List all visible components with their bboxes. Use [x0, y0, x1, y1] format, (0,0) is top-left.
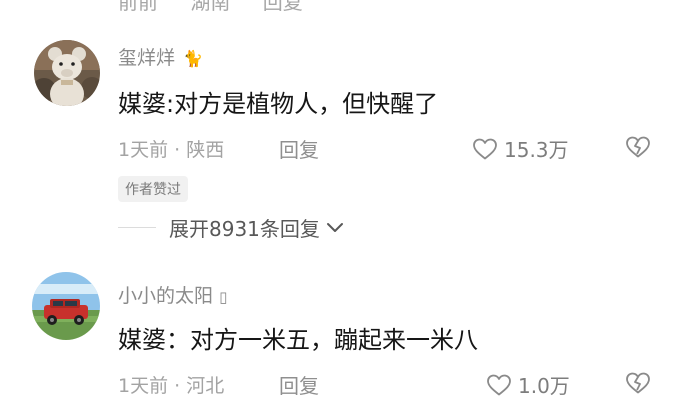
broken-heart-icon: [626, 136, 650, 158]
like-button[interactable]: 15.3万: [472, 134, 569, 163]
avatar[interactable]: [32, 272, 100, 340]
comment-username[interactable]: 小小的太阳: [118, 285, 213, 307]
avatar[interactable]: [34, 40, 100, 106]
broken-heart-icon: [626, 372, 650, 394]
chevron-down-icon: [326, 222, 343, 232]
comment-content: 媒婆:对方是植物人，但快醒了: [118, 90, 439, 118]
previous-comment-reply-button[interactable]: 回复: [263, 0, 303, 14]
avatar-red-car-image: [32, 272, 100, 340]
avatar-teddy-bear-image: [34, 40, 100, 106]
reply-button[interactable]: 回复: [279, 134, 319, 163]
previous-comment-location: 湖南: [190, 0, 231, 14]
comment-time-location: 1天前 · 河北: [118, 375, 225, 397]
comment-time-location: 1天前 · 陕西: [118, 139, 225, 161]
like-count: 15.3万: [504, 138, 569, 162]
heart-outline-icon: [473, 138, 497, 159]
dislike-button[interactable]: [624, 371, 652, 399]
previous-comment-meta: 前前 湖南 回复: [118, 0, 329, 15]
previous-comment-time: 前前: [118, 0, 158, 14]
comment-content: 媒婆：对方一米五，蹦起来一米八: [118, 326, 478, 354]
expand-divider: [118, 227, 156, 228]
username-badge-icon: 🐈: [183, 49, 203, 68]
username-badge-icon: ▯: [219, 288, 228, 306]
reply-button[interactable]: 回复: [279, 370, 319, 399]
comment-username-row: 小小的太阳 ▯: [118, 281, 227, 308]
dislike-button[interactable]: [624, 135, 652, 163]
expand-replies-button[interactable]: 展开8931条回复: [169, 213, 344, 242]
author-liked-tag: 作者赞过: [118, 176, 188, 202]
expand-replies-label: 展开8931条回复: [169, 217, 320, 241]
comment-username-row: 玺烊烊 🐈: [118, 43, 203, 70]
heart-outline-icon: [487, 374, 511, 395]
comment-username[interactable]: 玺烊烊: [118, 47, 175, 69]
like-button[interactable]: 1.0万: [486, 370, 570, 399]
like-count: 1.0万: [518, 374, 570, 398]
